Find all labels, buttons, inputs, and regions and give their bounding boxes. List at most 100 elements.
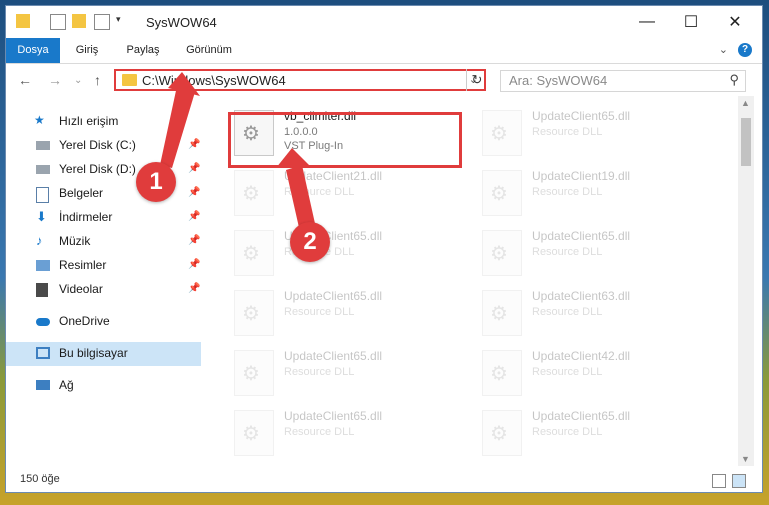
annotation-badge-2: 2 — [290, 222, 330, 262]
computer-icon — [36, 347, 50, 359]
ribbon: Dosya Giriş Paylaş Görünüm ⌄ ? — [6, 38, 762, 64]
forward-arrow-icon[interactable]: → — [48, 72, 62, 88]
file-name: UpdateClient65.dll — [532, 109, 631, 123]
customize-chevron-icon[interactable]: ▾ — [116, 14, 130, 28]
scroll-down-icon[interactable]: ▼ — [741, 454, 750, 464]
document-icon — [36, 187, 49, 203]
maximize-button[interactable]: ☐ — [668, 6, 714, 38]
sidebar-item-quick-access[interactable]: ★ Hızlı erişim — [6, 110, 201, 134]
folder-icon — [16, 14, 30, 28]
expand-ribbon-icon[interactable]: ⌄ — [719, 43, 728, 56]
network-icon — [36, 380, 50, 390]
sidebar-item-network[interactable]: Ağ — [6, 374, 201, 398]
file-name: UpdateClient42.dll — [532, 349, 631, 363]
sidebar-item-videos[interactable]: Videolar 📌 — [6, 278, 201, 302]
dll-file-icon: ⚙ — [482, 290, 522, 336]
file-item[interactable]: ⚙ UpdateClient65.dll Resource DLL — [226, 346, 456, 400]
up-arrow-icon[interactable]: ↑ — [94, 72, 101, 88]
pin-icon[interactable]: 📌 — [188, 259, 200, 270]
file-item[interactable]: ⚙ UpdateClient63.dll Resource DLL — [474, 286, 704, 340]
file-description: Resource DLL — [284, 426, 355, 438]
sidebar-item-label: Yerel Disk (D:) — [59, 162, 136, 176]
large-icons-view-icon[interactable] — [732, 474, 746, 488]
pictures-icon — [36, 260, 50, 271]
dll-file-icon: ⚙ — [482, 110, 522, 156]
pin-icon[interactable]: 📌 — [188, 235, 200, 246]
file-description: Resource DLL — [532, 126, 603, 138]
file-description: Resource DLL — [284, 366, 355, 378]
address-path: C:\Windows\SysWOW64 — [142, 73, 286, 88]
properties-icon[interactable] — [50, 14, 66, 30]
file-highlight-box — [228, 112, 462, 168]
title-bar: ▾ SysWOW64 — ☐ ✕ — [6, 6, 762, 38]
tab-share[interactable]: Paylaş — [118, 38, 168, 63]
music-icon: ♪ — [36, 233, 43, 248]
sidebar-item-downloads[interactable]: ⬇ İndirmeler 📌 — [6, 206, 201, 230]
file-explorer-window: ▾ SysWOW64 — ☐ ✕ Dosya Giriş Paylaş Görü… — [6, 6, 762, 492]
file-description: Resource DLL — [532, 306, 603, 318]
download-icon: ⬇ — [36, 209, 47, 224]
search-input[interactable]: Ara: SysWOW64 ⚲ — [500, 70, 746, 92]
dll-file-icon: ⚙ — [234, 230, 274, 276]
status-bar: 150 öğe — [6, 468, 762, 492]
pin-icon[interactable]: 📌 — [188, 163, 200, 174]
file-name: UpdateClient65.dll — [284, 289, 383, 303]
sidebar-item-music[interactable]: ♪ Müzik 📌 — [6, 230, 201, 254]
drive-icon — [36, 165, 50, 174]
sidebar-item-label: Resimler — [59, 258, 107, 272]
sidebar-item-label: Hızlı erişim — [59, 114, 119, 128]
dll-file-icon: ⚙ — [234, 170, 274, 216]
cloud-icon — [36, 318, 50, 326]
file-item[interactable]: ⚙ UpdateClient42.dll Resource DLL — [474, 346, 704, 400]
scroll-thumb[interactable] — [741, 118, 751, 166]
file-item[interactable]: ⚙ UpdateClient65.dll Resource DLL — [474, 406, 704, 460]
sidebar-item-label: Ağ — [59, 378, 74, 392]
new-folder-icon[interactable] — [72, 14, 86, 28]
recent-chevron-icon[interactable]: ⌄ — [74, 75, 82, 86]
dll-file-icon: ⚙ — [234, 410, 274, 456]
close-button[interactable]: ✕ — [712, 6, 758, 38]
file-name: UpdateClient65.dll — [532, 229, 631, 243]
tab-file[interactable]: Dosya — [6, 38, 60, 63]
sidebar-item-label: Bu bilgisayar — [59, 346, 128, 360]
details-view-icon[interactable] — [712, 474, 726, 488]
sidebar-item-disk-c[interactable]: Yerel Disk (C:) 📌 — [6, 134, 201, 158]
file-description: Resource DLL — [532, 426, 603, 438]
quick-access-toolbar-icon[interactable] — [94, 14, 110, 30]
tab-view[interactable]: Görünüm — [178, 38, 240, 63]
refresh-button[interactable]: ↻ — [466, 69, 487, 91]
sidebar-item-label: Yerel Disk (C:) — [59, 138, 136, 152]
sidebar-item-label: Belgeler — [59, 186, 104, 200]
dll-file-icon: ⚙ — [482, 170, 522, 216]
file-item[interactable]: ⚙ UpdateClient65.dll Resource DLL — [474, 106, 704, 160]
star-icon: ★ — [34, 113, 45, 127]
file-item[interactable]: ⚙ UpdateClient65.dll Resource DLL — [226, 286, 456, 340]
item-count: 150 öğe — [20, 473, 60, 485]
file-description: Resource DLL — [284, 186, 355, 198]
dll-file-icon: ⚙ — [234, 350, 274, 396]
pin-icon[interactable]: 📌 — [188, 211, 200, 222]
sidebar-item-pictures[interactable]: Resimler 📌 — [6, 254, 201, 278]
file-item[interactable]: ⚙ UpdateClient19.dll Resource DLL — [474, 166, 704, 220]
file-name: UpdateClient65.dll — [532, 409, 631, 423]
file-item[interactable]: ⚙ UpdateClient65.dll Resource DLL — [226, 226, 456, 280]
file-name: UpdateClient19.dll — [532, 169, 631, 183]
sidebar-item-label: Müzik — [59, 234, 91, 248]
file-item[interactable]: ⚙ UpdateClient21.dll Resource DLL — [226, 166, 456, 220]
vertical-scrollbar[interactable]: ▲ ▼ — [738, 96, 754, 466]
address-bar[interactable]: C:\Windows\SysWOW64 ⌄ — [114, 69, 486, 91]
back-arrow-icon[interactable]: ← — [18, 72, 32, 88]
pin-icon[interactable]: 📌 — [188, 187, 200, 198]
file-item[interactable]: ⚙ UpdateClient65.dll Resource DLL — [226, 406, 456, 460]
pin-icon[interactable]: 📌 — [188, 283, 200, 294]
file-item[interactable]: ⚙ UpdateClient65.dll Resource DLL — [474, 226, 704, 280]
file-name: UpdateClient65.dll — [284, 349, 383, 363]
sidebar-item-this-pc[interactable]: Bu bilgisayar — [6, 342, 201, 366]
help-icon[interactable]: ? — [738, 43, 752, 57]
sidebar-item-onedrive[interactable]: OneDrive — [6, 310, 201, 334]
scroll-up-icon[interactable]: ▲ — [741, 98, 750, 108]
tab-home[interactable]: Giriş — [64, 38, 110, 63]
navigation-bar: ← → ⌄ ↑ C:\Windows\SysWOW64 ⌄ ↻ Ara: Sys… — [6, 64, 762, 96]
pin-icon[interactable]: 📌 — [188, 139, 200, 150]
minimize-button[interactable]: — — [624, 6, 670, 38]
